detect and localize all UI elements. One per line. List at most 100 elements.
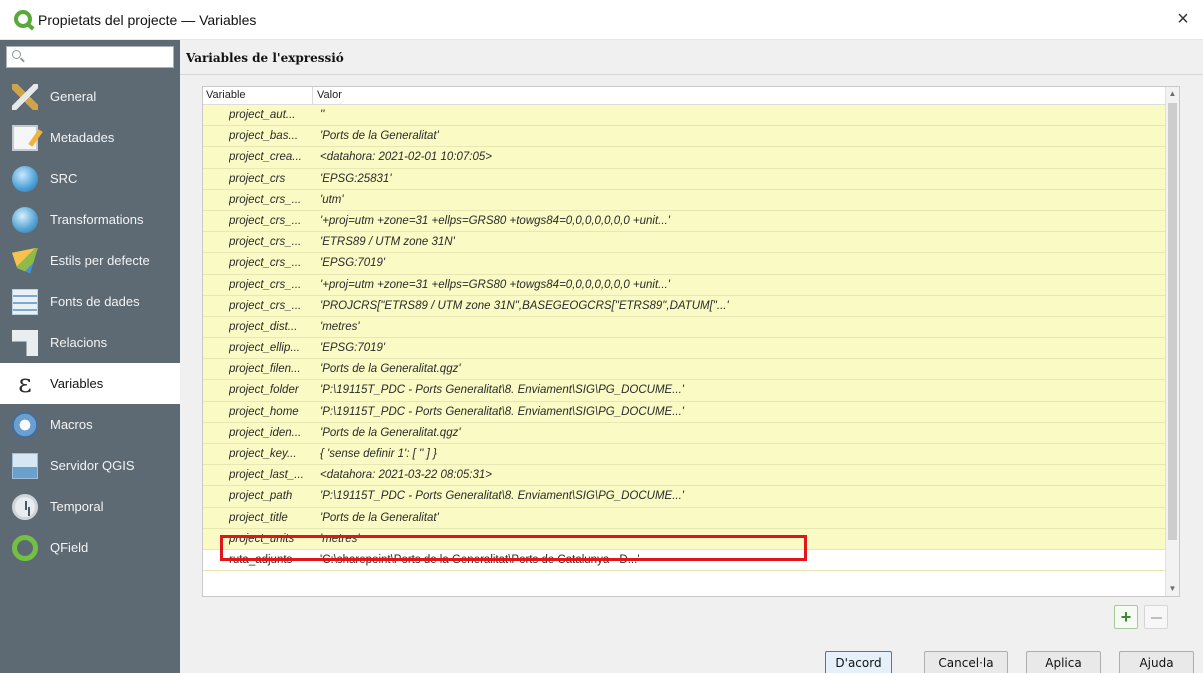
variable-name-cell[interactable]: project_dist... (229, 321, 309, 333)
column-header-value[interactable]: Valor (317, 89, 342, 101)
variable-value-cell[interactable]: 'PROJCRS["ETRS89 / UTM zone 31N",BASEGEO… (320, 300, 1160, 312)
variable-value-cell[interactable]: 'ETRS89 / UTM zone 31N' (320, 236, 1160, 248)
table-row[interactable]: project_last_... <datahora: 2021-03-22 08… (203, 465, 1167, 487)
variable-name-cell[interactable]: project_title (229, 512, 309, 524)
variable-value-cell[interactable]: 'utm' (320, 194, 1160, 206)
sidebar-item-data-sources[interactable]: Fonts de dades (0, 281, 180, 322)
help-button[interactable]: Ajuda (1119, 651, 1194, 673)
sidebar-item-default-styles[interactable]: Estils per defecte (0, 240, 180, 281)
relations-icon (12, 329, 38, 356)
table-row[interactable]: project_crs_... 'ETRS89 / UTM zone 31N' (203, 232, 1167, 254)
variable-name-cell[interactable]: project_crs (229, 173, 309, 185)
variable-name-cell[interactable]: project_crs_... (229, 236, 309, 248)
variable-name-cell[interactable]: project_bas... (229, 130, 309, 142)
variable-name-cell[interactable]: project_filen... (229, 363, 309, 375)
table-row[interactable]: project_key... { 'sense definir 1': [ '' … (203, 444, 1167, 466)
variable-value-cell[interactable]: '' (320, 109, 1160, 121)
sidebar-item-label: Variables (50, 376, 104, 391)
variable-name-cell[interactable]: project_crea... (229, 151, 309, 163)
variable-name-cell[interactable]: project_crs_... (229, 257, 309, 269)
main-panel: Variables de l'expressió Variable Valor … (180, 40, 1203, 673)
variable-name-cell[interactable]: project_iden... (229, 427, 309, 439)
sidebar-item-label: Temporal (50, 499, 104, 514)
variable-name-cell[interactable]: project_home (229, 406, 309, 418)
sidebar-item-macros[interactable]: Macros (0, 404, 180, 445)
variable-name-cell[interactable]: project_ellip... (229, 342, 309, 354)
sidebar-nav: General Metadades SRC Transformations Es… (0, 76, 180, 568)
column-header-variable[interactable]: Variable (206, 89, 246, 101)
variable-value-cell[interactable]: 'EPSG:7019' (320, 257, 1160, 269)
variable-value-cell[interactable]: 'P:\19115T_PDC - Ports Generalitat\8. En… (320, 384, 1160, 396)
variable-value-cell[interactable]: 'Ports de la Generalitat' (320, 130, 1160, 142)
crs-globe-icon (12, 165, 38, 192)
variable-name-cell[interactable]: project_key... (229, 448, 309, 460)
close-icon[interactable]: × (1169, 6, 1197, 34)
cancel-button[interactable]: Cancel·la (924, 651, 1008, 673)
table-row[interactable]: project_crs_... 'PROJCRS["ETRS89 / UTM zo… (203, 295, 1167, 317)
variable-name-cell[interactable]: project_crs_... (229, 300, 309, 312)
variable-name-cell[interactable]: project_last_... (229, 469, 309, 481)
variable-name-cell[interactable]: project_crs_... (229, 194, 309, 206)
sidebar-item-src[interactable]: SRC (0, 158, 180, 199)
table-row[interactable]: project_aut... '' (203, 105, 1167, 127)
table-row[interactable]: project_crs 'EPSG:25831' (203, 168, 1167, 190)
table-row[interactable]: project_iden... 'Ports de la Generalitat.… (203, 422, 1167, 444)
variable-value-cell[interactable]: '+proj=utm +zone=31 +ellps=GRS80 +towgs8… (320, 279, 1160, 291)
variable-value-cell[interactable]: <datahora: 2021-02-01 10:07:05> (320, 151, 1160, 163)
vertical-scrollbar[interactable]: ▲ ▼ (1165, 87, 1179, 596)
sidebar-item-temporal[interactable]: Temporal (0, 486, 180, 527)
search-icon (12, 50, 21, 59)
table-row[interactable]: project_home 'P:\19115T_PDC - Ports Gener… (203, 401, 1167, 423)
variable-name-cell[interactable]: project_aut... (229, 109, 309, 121)
section-title: Variables de l'expressió (186, 51, 344, 65)
transformations-icon (12, 206, 38, 233)
variable-value-cell[interactable]: { 'sense definir 1': [ '' ] } (320, 448, 1160, 460)
variable-value-cell[interactable]: '+proj=utm +zone=31 +ellps=GRS80 +towgs8… (320, 215, 1160, 227)
sidebar-item-relations[interactable]: Relacions (0, 322, 180, 363)
variable-value-cell[interactable]: 'Ports de la Generalitat.qgz' (320, 427, 1160, 439)
table-row[interactable]: project_title 'Ports de la Generalitat' (203, 507, 1167, 529)
variable-value-cell[interactable]: 'EPSG:7019' (320, 342, 1160, 354)
scroll-down-icon[interactable]: ▼ (1166, 582, 1179, 596)
sidebar-item-variables[interactable]: ε Variables (0, 363, 180, 404)
variable-value-cell[interactable]: <datahora: 2021-03-22 08:05:31> (320, 469, 1160, 481)
variable-name-cell[interactable]: project_folder (229, 384, 309, 396)
table-row[interactable]: project_path 'P:\19115T_PDC - Ports Gener… (203, 486, 1167, 508)
apply-button[interactable]: Aplica (1026, 651, 1101, 673)
remove-variable-button[interactable] (1144, 605, 1168, 629)
search-input[interactable] (6, 46, 174, 68)
sidebar-item-transformations[interactable]: Transformations (0, 199, 180, 240)
qfield-icon (12, 534, 38, 561)
sidebar-item-metadades[interactable]: Metadades (0, 117, 180, 158)
scrollbar-thumb[interactable] (1168, 103, 1177, 540)
variable-value-cell[interactable]: 'Ports de la Generalitat' (320, 512, 1160, 524)
variable-value-cell[interactable]: 'EPSG:25831' (320, 173, 1160, 185)
sidebar-item-qfield[interactable]: QField (0, 527, 180, 568)
table-row[interactable]: project_dist... 'metres' (203, 316, 1167, 339)
sidebar-item-label: Relacions (50, 335, 108, 350)
variable-name-cell[interactable]: project_path (229, 490, 309, 502)
add-variable-button[interactable] (1114, 605, 1138, 629)
table-row[interactable]: project_crea... <datahora: 2021-02-01 10:… (203, 147, 1167, 169)
table-row[interactable]: project_ellip... 'EPSG:7019' (203, 338, 1167, 360)
scroll-up-icon[interactable]: ▲ (1166, 87, 1179, 101)
ok-button[interactable]: D'acord (825, 651, 892, 673)
table-row[interactable]: project_crs_... 'utm' (203, 189, 1167, 211)
variable-value-cell[interactable]: 'metres' (320, 321, 1160, 333)
variable-name-cell[interactable]: project_crs_... (229, 279, 309, 291)
table-row[interactable]: project_crs_... '+proj=utm +zone=31 +ellp… (203, 274, 1167, 296)
variable-value-cell[interactable]: 'P:\19115T_PDC - Ports Generalitat\8. En… (320, 406, 1160, 418)
table-row[interactable]: project_crs_... '+proj=utm +zone=31 +ellp… (203, 210, 1167, 233)
sidebar-item-label: Macros (50, 417, 93, 432)
table-row[interactable]: project_crs_... 'EPSG:7019' (203, 253, 1167, 275)
variable-value-cell[interactable]: 'Ports de la Generalitat.qgz' (320, 363, 1160, 375)
table-row[interactable]: project_bas... 'Ports de la Generalitat' (203, 126, 1167, 148)
variable-name-cell[interactable]: project_crs_... (229, 215, 309, 227)
table-row[interactable]: project_filen... 'Ports de la Generalitat… (203, 359, 1167, 381)
variable-value-cell[interactable]: 'P:\19115T_PDC - Ports Generalitat\8. En… (320, 490, 1160, 502)
styles-icon (12, 247, 38, 274)
table-row[interactable]: project_folder 'P:\19115T_PDC - Ports Gen… (203, 380, 1167, 402)
sidebar-item-qgis-server[interactable]: Servidor QGIS (0, 445, 180, 486)
sidebar-item-general[interactable]: General (0, 76, 180, 117)
column-separator[interactable] (312, 87, 313, 105)
